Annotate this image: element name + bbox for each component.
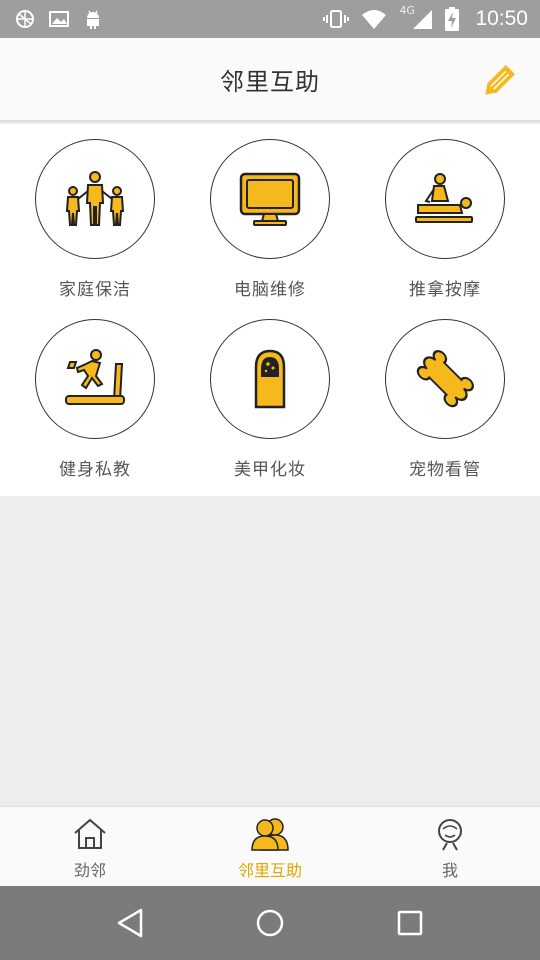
service-circle [385,319,505,439]
tab-neighbors[interactable]: 劲邻 [0,807,180,886]
status-time: 10:50 [475,7,528,30]
family-icon [65,171,125,226]
monitor-icon [239,172,301,226]
battery-charging-icon [445,7,460,31]
page-title: 邻里互助 [220,68,320,96]
service-label: 家庭保洁 [59,280,131,300]
nav-recents-button[interactable] [380,893,440,953]
nav-home-button[interactable] [240,893,300,953]
service-label: 宠物看管 [409,460,481,480]
edit-button[interactable] [478,62,518,102]
image-icon [49,11,69,27]
wifi-icon [362,10,387,29]
people-icon [251,818,289,851]
signal-icon [413,10,433,29]
system-nav-bar [0,886,540,960]
nail-icon [254,349,286,409]
app-header: 邻里互助 [0,38,540,122]
tab-label: 邻里互助 [237,861,302,880]
service-fitness-trainer[interactable]: 健身私教 [15,319,175,489]
service-circle [35,319,155,439]
status-bar: 4G 10:50 [0,0,540,38]
service-circle [210,139,330,259]
service-computer-repair[interactable]: 电脑维修 [190,139,350,309]
tab-label: 我 [441,861,458,880]
pencil-icon [485,65,515,95]
tab-mutual-help[interactable]: 邻里互助 [180,807,360,886]
service-circle [35,139,155,259]
nav-back-button[interactable] [100,893,160,953]
service-label: 美甲化妆 [234,460,306,480]
gallery-icon [16,10,34,28]
tab-me[interactable]: 我 [360,807,540,886]
services-grid: 家庭保洁 电脑维修 推拿按摩 健身私教 美甲化妆 宠物看管 [0,124,540,496]
vibrate-icon [323,10,350,28]
cell-signal: 4G [399,4,433,32]
house-icon [74,818,106,849]
android-icon [87,10,99,29]
back-triangle-icon [117,908,143,938]
service-label: 健身私教 [59,460,131,480]
massage-icon [415,173,473,223]
service-massage[interactable]: 推拿按摩 [365,139,525,309]
service-label: 电脑维修 [234,280,306,300]
service-nails-makeup[interactable]: 美甲化妆 [190,319,350,489]
service-circle [210,319,330,439]
service-pet-care[interactable]: 宠物看管 [365,319,525,489]
status-right: 4G 10:50 [323,4,528,32]
service-circle [385,139,505,259]
home-circle-icon [256,909,284,937]
treadmill-icon [65,349,125,405]
person-icon [438,819,462,851]
bone-icon [416,350,474,408]
tab-label: 劲邻 [73,861,106,880]
recents-square-icon [397,910,423,936]
service-home-cleaning[interactable]: 家庭保洁 [15,139,175,309]
service-label: 推拿按摩 [409,280,481,300]
status-left [14,8,104,30]
bottom-tab-bar: 劲邻 邻里互助 我 [0,806,540,886]
